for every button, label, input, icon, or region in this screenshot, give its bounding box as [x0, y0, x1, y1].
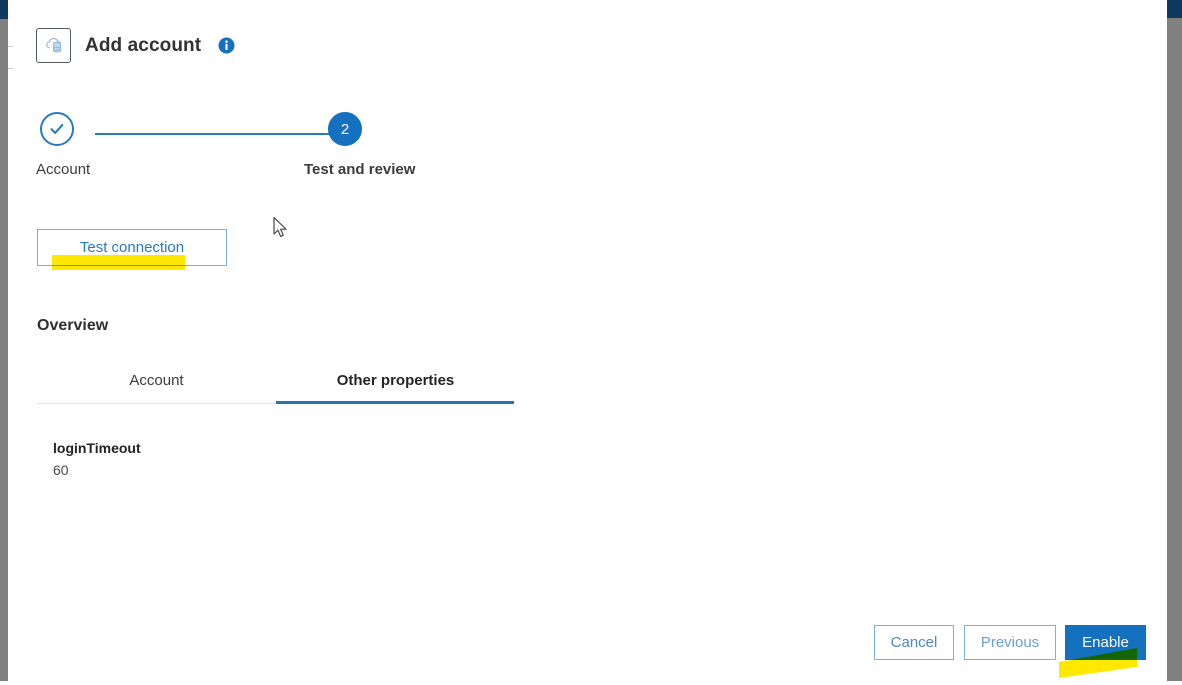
app-background: Add account Account 2 Test and review Te…: [0, 0, 1182, 681]
add-account-dialog: Add account Account 2 Test and review Te…: [13, 0, 1167, 681]
dialog-title: Add account: [85, 34, 202, 56]
tab-account[interactable]: Account: [37, 372, 276, 403]
tab-other-properties[interactable]: Other properties: [276, 372, 515, 403]
overview-tabs: Account Other properties: [37, 372, 514, 403]
stepper-step-account[interactable]: Account: [36, 112, 216, 178]
stepper-step-test-and-review[interactable]: 2 Test and review: [294, 112, 474, 178]
step-number-circle: 2: [328, 112, 362, 146]
right-edge-strip: [1167, 0, 1182, 681]
left-edge-strip-titlebar: [0, 0, 8, 19]
stepper-label-test-and-review: Test and review: [304, 161, 416, 178]
cloud-database-icon: [36, 28, 71, 63]
dialog-header: Add account: [36, 28, 235, 63]
property-list: loginTimeout 60: [53, 440, 141, 478]
previous-button[interactable]: Previous: [964, 625, 1056, 660]
wizard-stepper: Account 2 Test and review: [36, 112, 556, 192]
list-item: loginTimeout 60: [53, 440, 141, 478]
tab-active-indicator: [276, 401, 514, 404]
right-edge-strip-titlebar: [1167, 0, 1182, 18]
step-completed-circle: [40, 112, 74, 146]
test-connection-button[interactable]: Test connection: [37, 229, 227, 266]
property-value: 60: [53, 462, 69, 478]
stepper-label-account: Account: [36, 161, 91, 178]
dialog-footer: Cancel Previous Enable: [13, 625, 1167, 665]
left-edge-strip: [0, 0, 8, 681]
cancel-button[interactable]: Cancel: [874, 625, 954, 660]
enable-button[interactable]: Enable: [1065, 625, 1146, 660]
overview-heading: Overview: [37, 317, 109, 334]
property-key: loginTimeout: [53, 440, 141, 456]
info-icon[interactable]: [218, 37, 235, 54]
